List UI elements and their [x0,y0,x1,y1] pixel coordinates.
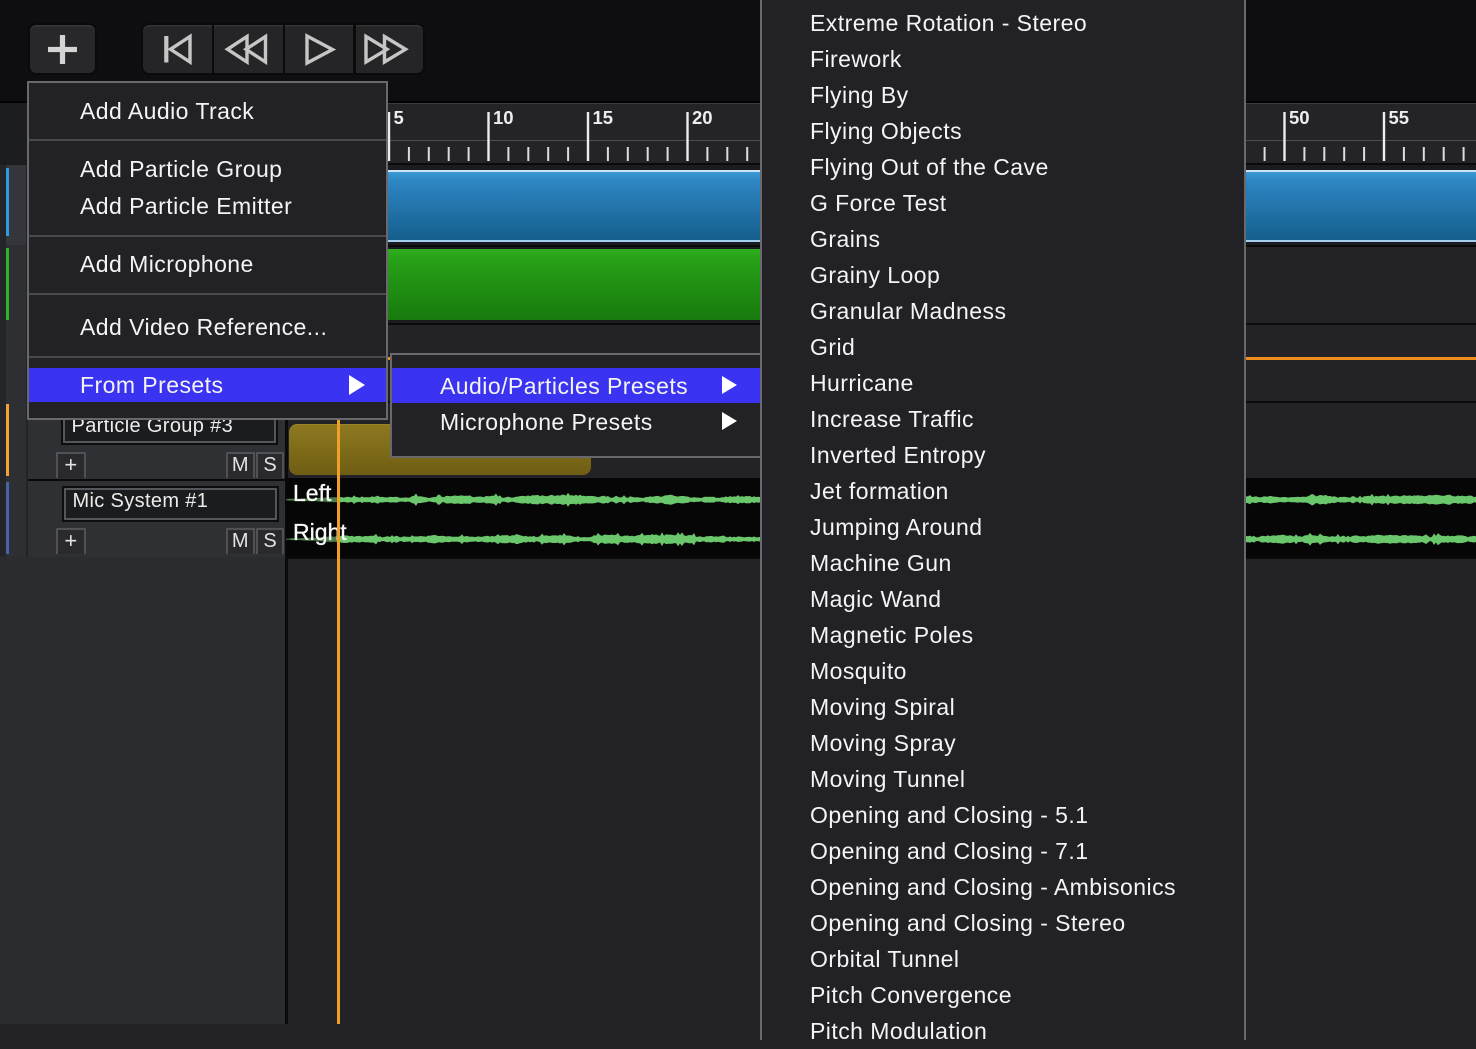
svg-text:20: 20 [692,107,713,128]
svg-text:15: 15 [593,107,614,128]
svg-text:10: 10 [493,107,514,128]
svg-text:5: 5 [394,107,404,128]
svg-text:50: 50 [1289,107,1310,128]
svg-text:55: 55 [1389,107,1410,128]
